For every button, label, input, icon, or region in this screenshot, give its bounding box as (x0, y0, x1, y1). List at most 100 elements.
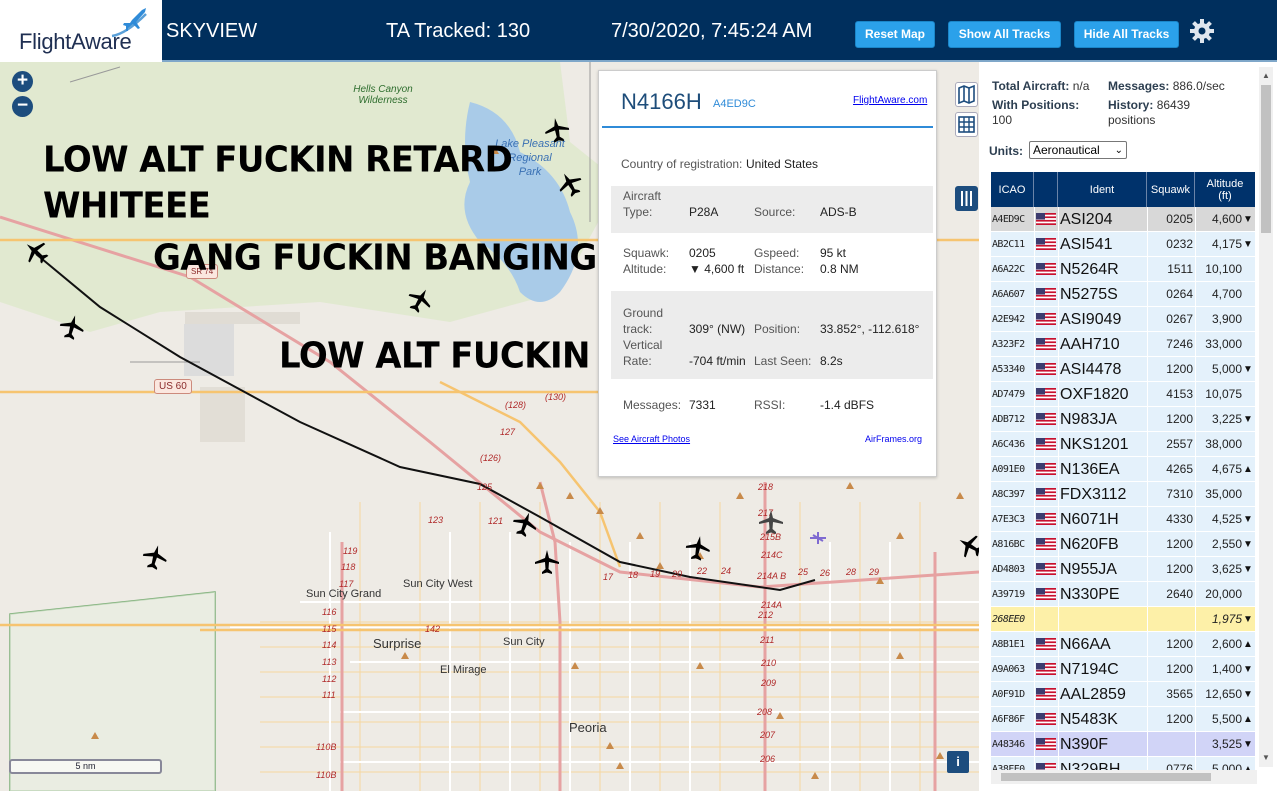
table-row[interactable]: A6A22C N5264R 1511 10,100 (991, 257, 1255, 282)
table-row[interactable]: A2E942 ASI9049 0267 3,900 (991, 307, 1255, 332)
aircraft-panel: Total Aircraft: n/a Messages: 886.0/sec … (979, 62, 1277, 791)
grid-toggle-button[interactable] (955, 112, 978, 137)
squawk-label: Squawk: (623, 246, 670, 260)
table-row[interactable]: 268EE0 1,975 ▼ (991, 607, 1255, 632)
map-layers-button[interactable] (955, 82, 978, 107)
show-all-tracks-button[interactable]: Show All Tracks (948, 21, 1061, 48)
col-squawk[interactable]: Squawk (1147, 172, 1195, 207)
messages-rate: Messages: 886.0/sec (1108, 79, 1225, 94)
row-icao: A8B1E1 (992, 639, 1025, 650)
table-row[interactable]: A816BC N620FB 1200 2,550 ▼ (991, 532, 1255, 557)
gear-icon[interactable] (1188, 17, 1216, 45)
table-row[interactable]: A091E0 N136EA 4265 4,675 ▲ (991, 457, 1255, 482)
row-squawk: 0232 (1166, 237, 1193, 251)
hscroll-thumb[interactable] (1001, 773, 1211, 781)
cell-divider (1147, 282, 1148, 307)
us-flag-icon (1036, 663, 1056, 675)
cell-divider (1034, 282, 1035, 307)
horizontal-scrollbar[interactable] (991, 770, 1257, 784)
units-select[interactable]: Aeronautical ⌄ (1029, 141, 1127, 159)
scroll-down-icon[interactable]: ▼ (1262, 753, 1270, 762)
scroll-thumb[interactable] (1261, 85, 1271, 233)
label-sun-city-grand: Sun City Grand (306, 588, 382, 600)
table-row[interactable]: ADB712 N983JA 1200 3,225 ▼ (991, 407, 1255, 432)
lastseen-label: Last Seen: (754, 354, 812, 368)
table-row[interactable]: A6F86F N5483K 1200 5,500 ▲ (991, 707, 1255, 732)
table-row[interactable]: A6A607 N5275S 0264 4,700 (991, 282, 1255, 307)
aircraft-photos-link[interactable]: See Aircraft Photos (613, 434, 690, 444)
table-row[interactable]: AB2C11 ASI541 0232 4,175 ▼ (991, 232, 1255, 257)
cell-divider (1195, 407, 1196, 432)
reset-map-button[interactable]: Reset Map (855, 21, 935, 48)
zoom-in-button[interactable]: + (12, 71, 33, 92)
col-icao[interactable]: ICAO (991, 172, 1034, 207)
info-button[interactable]: i (947, 751, 969, 773)
col-flag[interactable] (1034, 172, 1058, 207)
table-row[interactable]: A8B1E1 N66AA 1200 2,600 ▲ (991, 632, 1255, 657)
us-flag-icon (1036, 538, 1056, 550)
source-label: Source: (754, 205, 796, 219)
lastseen-value: 8.2s (820, 354, 843, 368)
us60-shield: US 60 (154, 379, 192, 394)
aircraft-icon[interactable] (757, 508, 785, 536)
table-row[interactable]: A8C397 FDX3112 7310 35,000 (991, 482, 1255, 507)
table-row[interactable]: A323F2 AAH710 7246 33,000 (991, 332, 1255, 357)
table-row[interactable]: A9A063 N7194C 1200 1,400 ▼ (991, 657, 1255, 682)
cell-divider (1034, 657, 1035, 682)
zoom-out-button[interactable]: − (12, 96, 33, 117)
cell-divider (1147, 582, 1148, 607)
row-icao: A091E0 (992, 464, 1025, 475)
col-ident[interactable]: Ident (1058, 172, 1147, 207)
vertical-scrollbar[interactable]: ▲ ▼ (1259, 67, 1273, 767)
row-altitude: 3,900 (1211, 312, 1242, 326)
table-row[interactable]: A4ED9C ASI204 0205 4,600 ▼ (991, 207, 1255, 232)
us-flag-icon (1036, 638, 1056, 650)
cell-divider (1195, 207, 1196, 232)
cell-divider (1034, 582, 1035, 607)
gspeed-label: Gspeed: (754, 246, 800, 260)
us-flag-icon (1036, 738, 1056, 750)
flightaware-logo[interactable]: FlightAware (0, 0, 162, 62)
road-number: 214A B (757, 571, 787, 581)
table-row[interactable]: A53340 ASI4478 1200 5,000 ▼ (991, 357, 1255, 382)
road-number: 116 (322, 607, 337, 617)
flightaware-link[interactable]: FlightAware.com (853, 95, 927, 106)
aircraft-icon[interactable] (541, 114, 573, 146)
row-ident: N955JA (1060, 561, 1117, 578)
row-altitude: 20,000 (1205, 587, 1242, 601)
scroll-up-icon[interactable]: ▲ (1262, 71, 1270, 80)
cell-divider (1058, 382, 1059, 407)
table-row[interactable]: A0F91D AAL2859 3565 12,650 ▼ (991, 682, 1255, 707)
row-altitude-trend: ▼ (1243, 739, 1253, 750)
us-flag-icon (1036, 563, 1056, 575)
aircraft-icon[interactable] (533, 548, 561, 576)
popup-registration: N4166H (621, 89, 702, 114)
cell-divider (1034, 607, 1035, 632)
table-row[interactable]: A39719 N330PE 2640 20,000 (991, 582, 1255, 607)
table-row[interactable]: AD4803 N955JA 1200 3,625 ▼ (991, 557, 1255, 582)
table-row[interactable]: A6C436 NKS1201 2557 38,000 (991, 432, 1255, 457)
road-number: 117 (339, 579, 354, 589)
us-flag-icon (1036, 513, 1056, 525)
row-altitude-trend: ▼ (1243, 664, 1253, 675)
row-icao: A816BC (992, 539, 1025, 550)
aircraft-icon[interactable] (682, 532, 714, 564)
cell-divider (1195, 357, 1196, 382)
hide-all-tracks-button[interactable]: Hide All Tracks (1074, 21, 1179, 48)
cell-divider (1195, 557, 1196, 582)
road-number: (126) (480, 453, 502, 463)
table-row[interactable]: AD7479 OXF1820 4153 10,075 (991, 382, 1255, 407)
cell-divider (1147, 332, 1148, 357)
row-altitude-trend: ▼ (1243, 614, 1253, 625)
table-row[interactable]: A48346 N390F 3,525 ▼ (991, 732, 1255, 757)
col-altitude[interactable]: Altitude (ft) (1195, 172, 1255, 207)
row-altitude-trend: ▼ (1243, 514, 1253, 525)
distance-value: 0.8 NM (820, 262, 859, 276)
panel-toggle-button[interactable] (955, 186, 978, 211)
airframes-link[interactable]: AirFrames.org (865, 434, 922, 444)
overlay-text-3: GANG FUCKIN BANGING (153, 237, 597, 279)
cell-divider (1147, 657, 1148, 682)
country-label: Country of registration: (621, 157, 743, 171)
table-row[interactable]: A7E3C3 N6071H 4330 4,525 ▼ (991, 507, 1255, 532)
messages-label: Messages: (623, 398, 682, 412)
